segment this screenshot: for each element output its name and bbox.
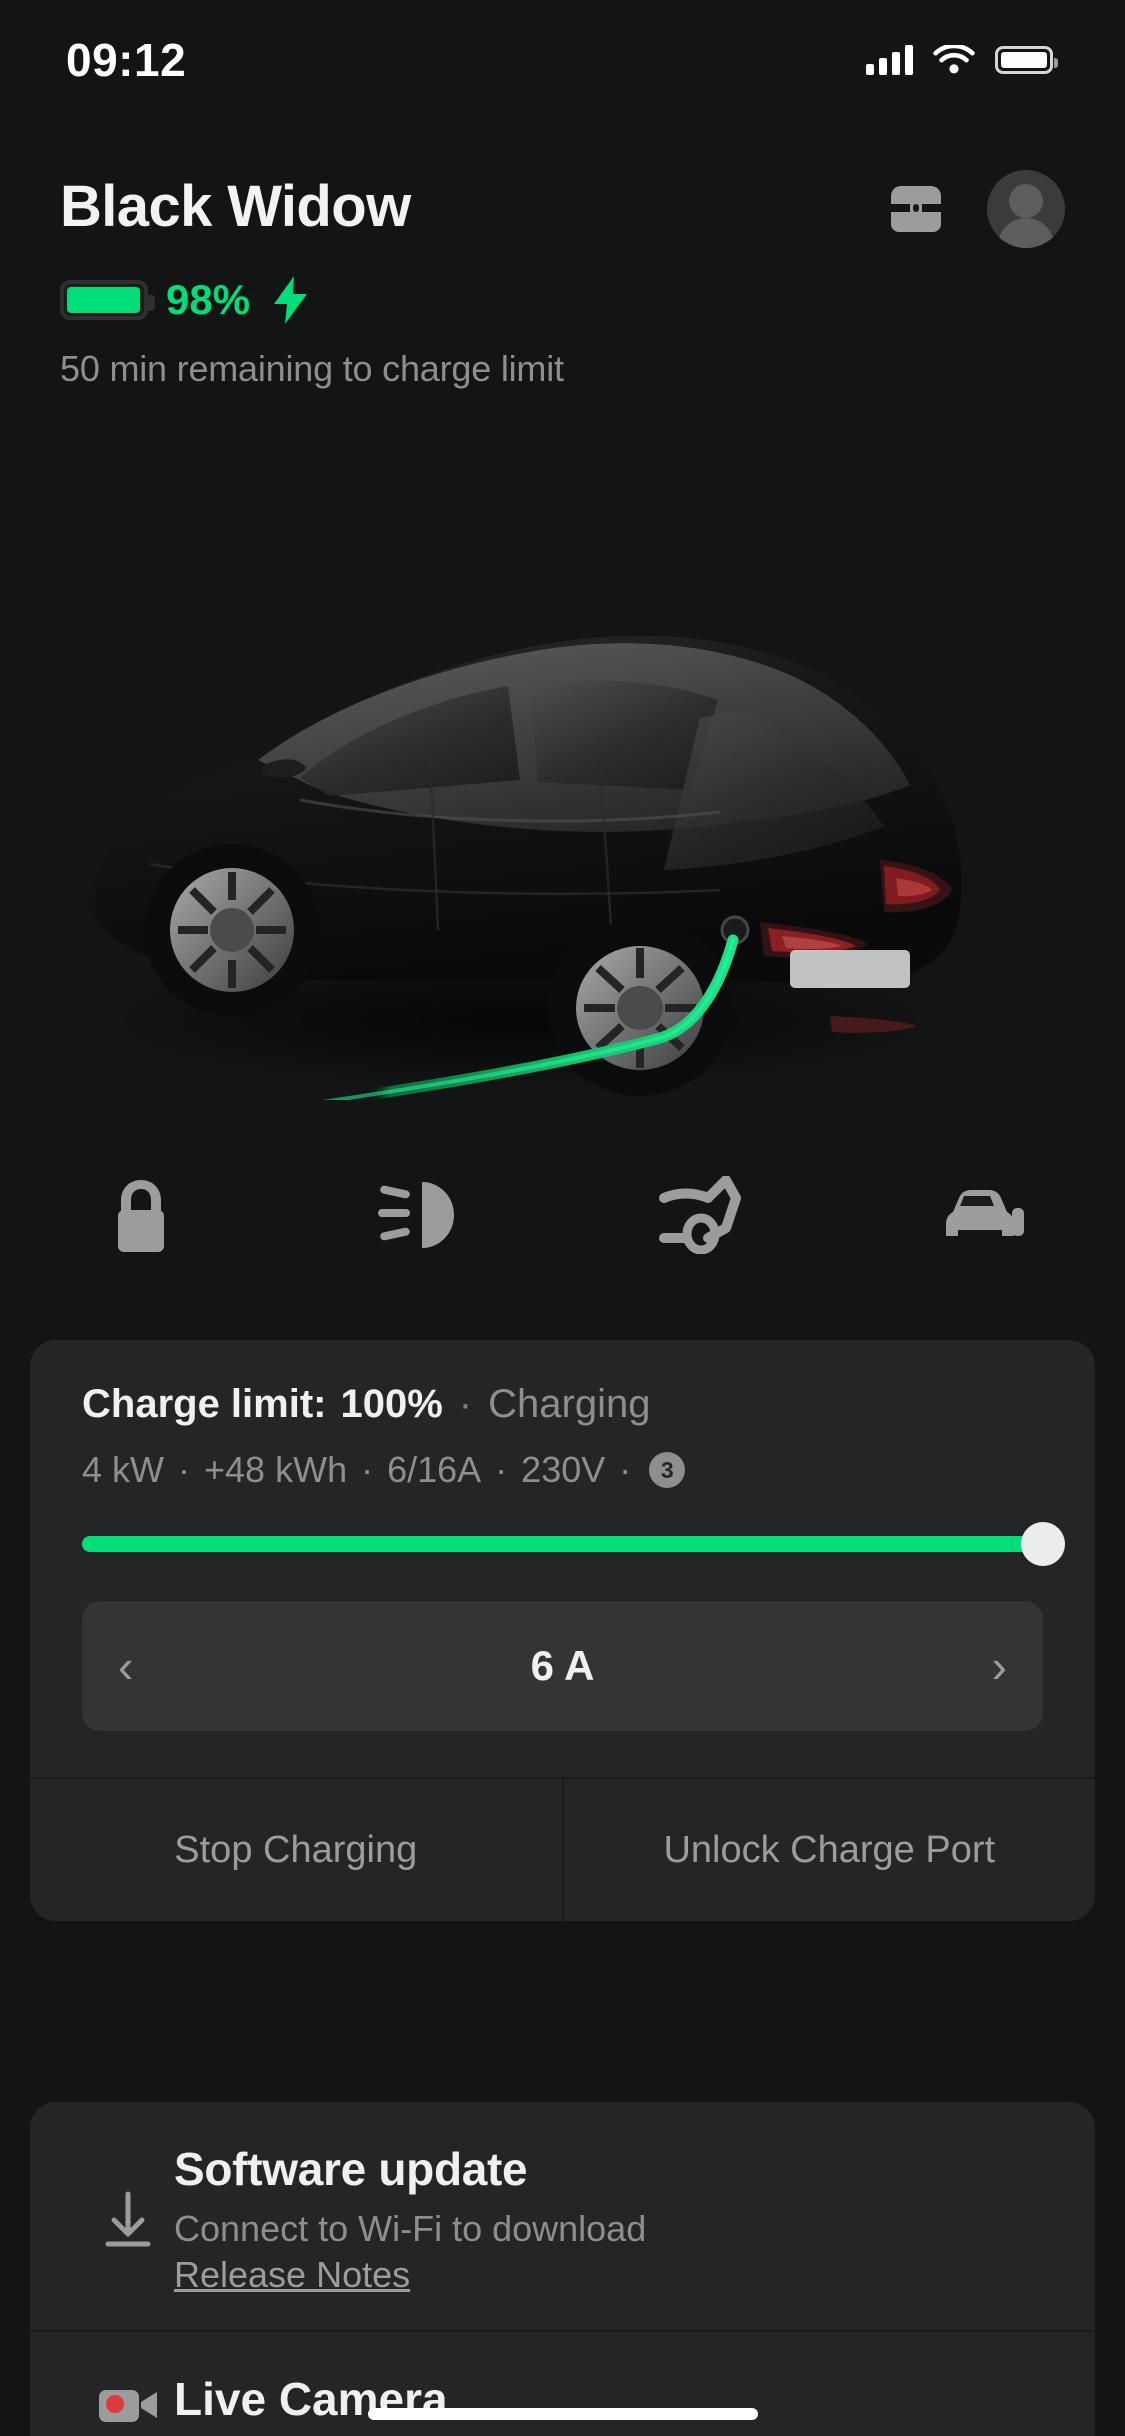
frunk-trunk-icon[interactable] <box>563 1176 844 1254</box>
separator-dot: · <box>619 1449 632 1490</box>
camera-record-icon <box>82 2372 174 2428</box>
charge-limit-row: Charge limit: 100% · Charging <box>82 1382 1043 1427</box>
charge-buttons-row: Stop Charging Unlock Charge Port <box>30 1777 1095 1921</box>
software-update-title: Software update <box>174 2143 528 2195</box>
bottom-list-card: Software update Connect to Wi-Fi to down… <box>30 2102 1095 2436</box>
separator-dot: · <box>458 1382 473 1426</box>
stat-phases-badge: 3 <box>649 1452 686 1488</box>
wifi-icon <box>933 45 975 74</box>
charge-limit-label: Charge limit: <box>82 1382 327 1426</box>
lock-icon[interactable] <box>0 1176 281 1254</box>
battery-status-row: 98% <box>60 274 1065 326</box>
unlock-charge-port-button[interactable]: Unlock Charge Port <box>561 1779 1096 1921</box>
quick-actions-row <box>0 1150 1125 1280</box>
trunk-key-icon[interactable] <box>883 178 949 240</box>
stat-energy-added: +48 kWh <box>204 1449 348 1490</box>
stop-charging-button[interactable]: Stop Charging <box>30 1779 562 1921</box>
stat-voltage: 230V <box>521 1449 606 1490</box>
lightning-bolt-icon <box>274 276 308 324</box>
software-update-row[interactable]: Software update Connect to Wi-Fi to down… <box>30 2102 1095 2330</box>
separator-dot: · <box>361 1449 374 1490</box>
chevron-left-icon[interactable]: ‹ <box>118 1643 133 1689</box>
separator-dot: · <box>495 1449 508 1490</box>
home-indicator <box>367 2408 758 2420</box>
amperage-stepper[interactable]: ‹ 6 A › <box>82 1601 1043 1731</box>
separator-dot: · <box>178 1449 191 1490</box>
charging-card: Charge limit: 100% · Charging 4 kW · +48… <box>30 1340 1095 1921</box>
status-bar: 09:12 <box>0 0 1125 120</box>
cellular-bars-icon <box>866 45 913 75</box>
battery-icon <box>995 46 1058 74</box>
vehicle-battery-icon <box>60 280 155 320</box>
vehicle-header: Black Widow 98% 50 min remaining to char… <box>0 170 1125 390</box>
slider-knob[interactable] <box>1021 1522 1065 1566</box>
app-screen: 09:12 Black Widow 98% 50 min remaining t… <box>0 0 1125 2436</box>
download-arrow-icon <box>82 2142 174 2252</box>
status-bar-indicators <box>866 45 1058 75</box>
charge-limit-value: 100% <box>340 1382 443 1426</box>
battery-percent: 98% <box>166 276 251 323</box>
chevron-right-icon[interactable]: › <box>992 1643 1007 1689</box>
headlights-flash-icon[interactable] <box>281 1178 562 1252</box>
stat-current: 6/16A <box>387 1449 482 1490</box>
slider-fill <box>82 1536 1043 1552</box>
amperage-value: 6 A <box>530 1642 595 1689</box>
page-title: Black Widow <box>60 174 411 239</box>
software-update-subtitle: Connect to Wi-Fi to download <box>174 2208 647 2249</box>
status-bar-time: 09:12 <box>66 34 187 86</box>
vehicle-hero-image[interactable] <box>0 460 1125 1100</box>
avatar[interactable] <box>987 170 1065 248</box>
climate-car-icon[interactable] <box>844 1184 1125 1246</box>
charge-limit-slider[interactable] <box>82 1522 1065 1566</box>
charge-state: Charging <box>488 1382 651 1426</box>
live-camera-row[interactable]: Live Camera <box>30 2332 1095 2436</box>
stat-power: 4 kW <box>82 1449 165 1490</box>
release-notes-link[interactable]: Release Notes <box>174 2254 410 2296</box>
charge-stats-row: 4 kW · +48 kWh · 6/16A · 230V · 3 <box>82 1449 1043 1491</box>
charge-time-subtitle: 50 min remaining to charge limit <box>60 348 564 389</box>
